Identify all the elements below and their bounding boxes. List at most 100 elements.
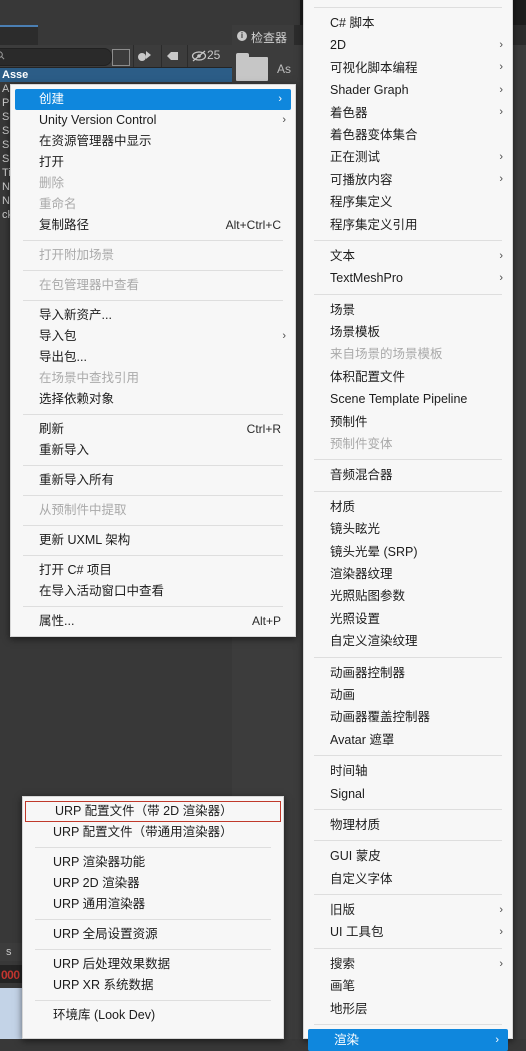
- create-menu-item[interactable]: 画笔: [304, 975, 512, 997]
- create-menu-item[interactable]: Avatar 遮罩: [304, 729, 512, 751]
- create-menu-item[interactable]: 地形层: [304, 998, 512, 1020]
- create-menu-item[interactable]: 程序集定义: [304, 191, 512, 213]
- filter-by-type-icon[interactable]: [136, 48, 154, 64]
- create-menu-item[interactable]: 搜索 ›: [304, 953, 512, 975]
- chevron-right-icon: ›: [499, 271, 503, 284]
- create-menu-item[interactable]: 渲染 ›: [308, 1029, 508, 1051]
- create-menu-item[interactable]: 动画器控制器: [304, 662, 512, 684]
- create-menu-item[interactable]: 音频混合器: [304, 464, 512, 486]
- asset-menu-item[interactable]: 重新导入所有: [11, 470, 295, 491]
- asset-menu-item[interactable]: 导入包 ›: [11, 326, 295, 347]
- create-menu-item[interactable]: 着色器 ›: [304, 102, 512, 124]
- menu-item-label: 搜索: [330, 956, 356, 971]
- asset-menu-item[interactable]: 打开 C# 项目: [11, 560, 295, 581]
- asset-menu-item[interactable]: 重新导入: [11, 440, 295, 461]
- create-menu-item[interactable]: 可播放内容 ›: [304, 169, 512, 191]
- menu-separator: [23, 414, 283, 415]
- create-menu-item[interactable]: 动画器覆盖控制器: [304, 706, 512, 728]
- create-menu-item[interactable]: GUI 蒙皮: [304, 845, 512, 867]
- menu-item-label: 程序集定义引用: [330, 217, 418, 232]
- project-tab[interactable]: [0, 25, 38, 46]
- asset-menu-item[interactable]: 打开: [11, 152, 295, 173]
- create-menu-item[interactable]: TextMeshPro ›: [304, 267, 512, 289]
- search-input[interactable]: [0, 48, 112, 66]
- menu-item-label: 场景: [330, 302, 356, 317]
- asset-menu-item[interactable]: 选择依赖对象: [11, 389, 295, 410]
- urp-menu-item[interactable]: URP 配置文件（带 2D 渲染器）: [25, 801, 281, 822]
- menu-item-label: 文本: [330, 248, 356, 263]
- menu-item-label: 着色器: [330, 105, 368, 120]
- create-menu-item[interactable]: 光照贴图参数: [304, 585, 512, 607]
- asset-menu-item[interactable]: 导入新资产...: [11, 305, 295, 326]
- search-expand-icon[interactable]: [112, 49, 130, 66]
- menu-item-label: 重新导入: [39, 443, 90, 457]
- asset-menu-item[interactable]: Unity Version Control ›: [11, 110, 295, 131]
- urp-menu-item[interactable]: URP 后处理效果数据: [23, 954, 283, 975]
- create-menu-item[interactable]: 文本 ›: [304, 245, 512, 267]
- create-menu-item[interactable]: 场景: [304, 299, 512, 321]
- create-menu-item[interactable]: 旧版 ›: [304, 899, 512, 921]
- menu-separator: [23, 606, 283, 607]
- asset-menu-item[interactable]: 属性... Alt+P: [11, 611, 295, 632]
- menu-item-label: 物理材质: [330, 817, 381, 832]
- create-menu-item[interactable]: 着色器变体集合: [304, 124, 512, 146]
- filter-by-label-icon[interactable]: [164, 48, 182, 64]
- menu-item-label: 着色器变体集合: [330, 127, 418, 142]
- urp-menu-item[interactable]: URP 2D 渲染器: [23, 873, 283, 894]
- menu-item-label: 创建: [39, 92, 65, 106]
- menu-separator: [314, 239, 502, 241]
- asset-menu-item[interactable]: 导出包...: [11, 347, 295, 368]
- create-menu-item[interactable]: 镜头光晕 (SRP): [304, 541, 512, 563]
- asset-menu-item[interactable]: 更新 UXML 架构: [11, 530, 295, 551]
- create-menu-item[interactable]: 时间轴: [304, 760, 512, 782]
- asset-menu-item[interactable]: 创建 ›: [15, 89, 291, 110]
- create-menu-item[interactable]: 自定义字体: [304, 868, 512, 890]
- render-urp-submenu[interactable]: URP 配置文件（带 2D 渲染器） URP 配置文件（带通用渲染器） URP 渲染…: [22, 796, 284, 1039]
- menu-separator: [314, 490, 502, 492]
- create-menu-item[interactable]: Shader Graph ›: [304, 79, 512, 101]
- tree-item[interactable]: Asse: [2, 68, 28, 82]
- create-menu-item[interactable]: 动画: [304, 684, 512, 706]
- asset-menu-item[interactable]: 复制路径 Alt+Ctrl+C: [11, 215, 295, 236]
- hidden-items-icon[interactable]: [190, 48, 208, 64]
- create-menu-item[interactable]: 光照设置: [304, 608, 512, 630]
- toolbar-separator: [133, 45, 134, 67]
- create-menu-item[interactable]: 正在测试 ›: [304, 146, 512, 168]
- menu-item-label: Avatar 遮罩: [330, 732, 395, 747]
- create-menu-item[interactable]: Signal: [304, 783, 512, 805]
- asset-context-menu[interactable]: 创建 › Unity Version Control › 在资源管理器中显示 打开 删除 重命…: [10, 84, 296, 637]
- menu-item-label: 导入新资产...: [39, 308, 112, 322]
- asset-menu-item[interactable]: 刷新 Ctrl+R: [11, 419, 295, 440]
- menu-separator: [314, 1024, 502, 1026]
- urp-menu-item[interactable]: 环境库 (Look Dev): [23, 1005, 283, 1026]
- create-submenu[interactable]: C# 脚本 2D › 可视化脚本编程 › Shader Graph › 着色器 › 着色器变体集合…: [303, 0, 513, 1051]
- menu-item-label: URP 通用渲染器: [53, 897, 146, 911]
- urp-menu-item[interactable]: URP 全局设置资源: [23, 924, 283, 945]
- menu-item-label: 自定义渲染纹理: [330, 634, 418, 649]
- urp-menu-item[interactable]: URP 配置文件（带通用渲染器）: [23, 822, 283, 843]
- create-menu-item[interactable]: Scene Template Pipeline: [304, 388, 512, 410]
- urp-menu-item[interactable]: URP 通用渲染器: [23, 894, 283, 915]
- menu-separator: [23, 300, 283, 301]
- create-menu-item[interactable]: 可视化脚本编程 ›: [304, 57, 512, 79]
- create-menu-item[interactable]: UI 工具包 ›: [304, 921, 512, 943]
- create-menu-item[interactable]: 2D ›: [304, 34, 512, 56]
- console-tab-label[interactable]: s: [6, 946, 12, 958]
- create-menu-item[interactable]: 物理材质: [304, 814, 512, 836]
- create-menu-item[interactable]: 渲染器纹理: [304, 563, 512, 585]
- create-menu-item[interactable]: 材质: [304, 496, 512, 518]
- urp-menu-item[interactable]: URP XR 系统数据: [23, 975, 283, 996]
- urp-menu-item[interactable]: URP 渲染器功能: [23, 852, 283, 873]
- asset-menu-item[interactable]: 在导入活动窗口中查看: [11, 581, 295, 602]
- create-menu-item[interactable]: 程序集定义引用: [304, 214, 512, 236]
- create-menu-item[interactable]: 镜头眩光: [304, 518, 512, 540]
- create-menu-item[interactable]: 自定义渲染纹理: [304, 630, 512, 652]
- create-menu-item[interactable]: C# 脚本: [304, 12, 512, 34]
- create-menu-item[interactable]: 预制件: [304, 411, 512, 433]
- create-menu-item[interactable]: 体积配置文件: [304, 366, 512, 388]
- asset-menu-item[interactable]: 在资源管理器中显示: [11, 131, 295, 152]
- menu-separator: [314, 459, 502, 461]
- create-menu-item[interactable]: 场景模板: [304, 321, 512, 343]
- menu-item-label: 渲染器纹理: [330, 566, 393, 581]
- visible-item-count: 25: [207, 48, 221, 62]
